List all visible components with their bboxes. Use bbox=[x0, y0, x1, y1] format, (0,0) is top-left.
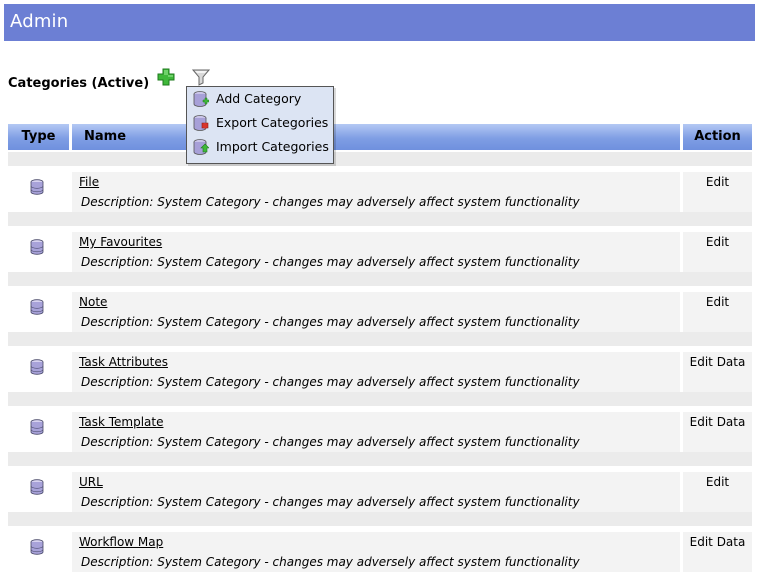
action-cell bbox=[683, 372, 752, 392]
category-description: Description: System Category - changes m… bbox=[81, 435, 580, 449]
row-action-link[interactable]: Edit bbox=[683, 175, 752, 189]
menu-item-label: Add Category bbox=[216, 91, 302, 106]
row-separator bbox=[8, 272, 752, 286]
menu-item-label: Import Categories bbox=[216, 139, 329, 154]
category-description: Description: System Category - changes m… bbox=[81, 375, 580, 389]
category-description: Description: System Category - changes m… bbox=[81, 555, 580, 569]
action-cell bbox=[683, 252, 752, 272]
menu-item-label: Export Categories bbox=[216, 115, 329, 130]
table-row bbox=[72, 172, 680, 192]
category-name-link[interactable]: File bbox=[79, 175, 99, 189]
row-action-link[interactable]: Edit bbox=[683, 475, 752, 489]
database-icon bbox=[30, 539, 44, 555]
menu-item-add-category[interactable]: Add Category bbox=[187, 88, 333, 110]
database-icon bbox=[30, 479, 44, 495]
table-row bbox=[72, 292, 680, 312]
row-separator bbox=[8, 152, 752, 166]
category-description: Description: System Category - changes m… bbox=[81, 315, 580, 329]
category-name-link[interactable]: Workflow Map bbox=[79, 535, 163, 549]
action-cell bbox=[683, 432, 752, 452]
row-action-link[interactable]: Edit Data bbox=[683, 415, 752, 429]
action-cell bbox=[683, 192, 752, 212]
row-action-link[interactable]: Edit bbox=[683, 295, 752, 309]
database-icon bbox=[30, 299, 44, 315]
filter-icon[interactable] bbox=[192, 68, 210, 86]
category-description: Description: System Category - changes m… bbox=[81, 195, 580, 209]
row-separator bbox=[8, 332, 752, 346]
category-description: Description: System Category - changes m… bbox=[81, 255, 580, 269]
column-header-action[interactable]: Action bbox=[683, 124, 752, 150]
category-name-link[interactable]: My Favourites bbox=[79, 235, 162, 249]
menu-item-import-categories[interactable]: Import Categories bbox=[187, 136, 333, 158]
category-name-link[interactable]: Note bbox=[79, 295, 107, 309]
category-name-link[interactable]: Task Template bbox=[79, 415, 163, 429]
row-separator bbox=[8, 512, 752, 526]
row-separator bbox=[8, 392, 752, 406]
row-separator bbox=[8, 212, 752, 226]
database-icon bbox=[30, 359, 44, 375]
database-icon bbox=[30, 419, 44, 435]
column-header-name[interactable]: Name bbox=[72, 124, 680, 150]
table-row bbox=[72, 472, 680, 492]
database-icon bbox=[30, 239, 44, 255]
category-actions-menu: Add Category Export Categories Import Ca… bbox=[186, 86, 334, 164]
page-title: Admin bbox=[10, 11, 69, 32]
add-icon[interactable] bbox=[157, 68, 175, 86]
action-cell bbox=[683, 492, 752, 512]
export-categories-icon bbox=[193, 115, 209, 131]
row-action-link[interactable]: Edit Data bbox=[683, 355, 752, 369]
add-category-icon bbox=[193, 91, 209, 107]
category-name-link[interactable]: URL bbox=[79, 475, 103, 489]
category-name-link[interactable]: Task Attributes bbox=[79, 355, 168, 369]
action-cell bbox=[683, 312, 752, 332]
row-action-link[interactable]: Edit Data bbox=[683, 535, 752, 549]
action-cell bbox=[683, 552, 752, 572]
row-separator bbox=[8, 452, 752, 466]
row-action-link[interactable]: Edit bbox=[683, 235, 752, 249]
table-row bbox=[72, 232, 680, 252]
column-header-type[interactable]: Type bbox=[8, 124, 69, 150]
database-icon bbox=[30, 179, 44, 195]
import-categories-icon bbox=[193, 139, 209, 155]
category-description: Description: System Category - changes m… bbox=[81, 495, 580, 509]
admin-header: Admin bbox=[4, 4, 755, 41]
section-title: Categories (Active) bbox=[8, 76, 150, 91]
menu-item-export-categories[interactable]: Export Categories bbox=[187, 112, 333, 134]
